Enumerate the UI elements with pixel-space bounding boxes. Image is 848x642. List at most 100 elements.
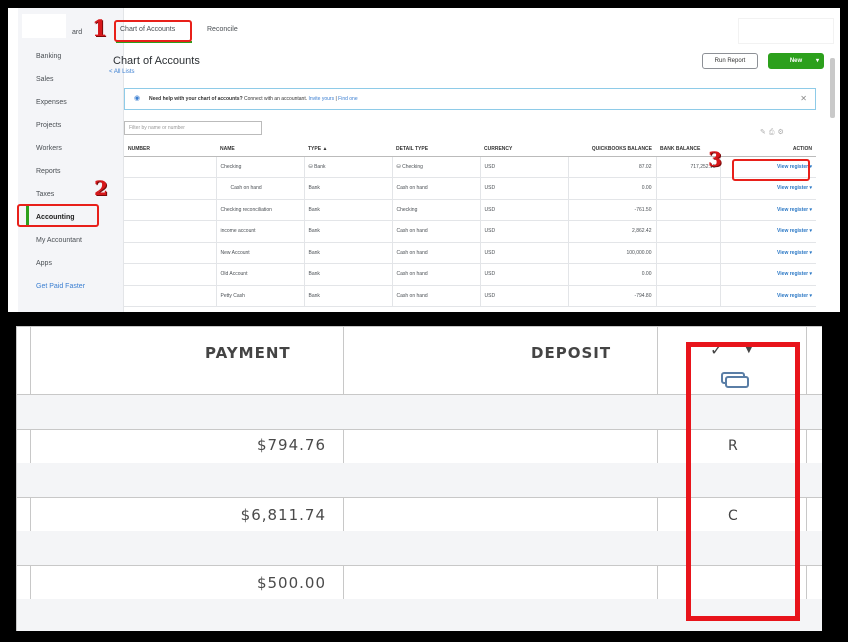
chevron-down-icon[interactable]: ▾	[809, 293, 812, 299]
help-bold-text: Need help with your chart of accounts?	[149, 96, 243, 102]
deposit-header[interactable]: DEPOSIT	[531, 344, 611, 362]
cell-bank-balance	[656, 285, 721, 307]
view-register-label: View register	[777, 271, 809, 278]
all-lists-link[interactable]: < All Lists	[109, 69, 135, 75]
cell-qb-balance: 2,862.42	[568, 220, 657, 243]
gear-icon[interactable]: ⚙	[777, 129, 786, 136]
view-register-label: View register	[777, 249, 809, 256]
divider	[17, 326, 822, 327]
cell-currency: USD	[480, 156, 569, 178]
cell-currency: USD	[480, 177, 569, 200]
payment-header[interactable]: PAYMENT	[205, 344, 291, 362]
step-3-label: 3	[708, 147, 722, 171]
cell-qb-balance: 0.00	[568, 263, 657, 286]
new-button[interactable]: New ▾	[768, 53, 824, 69]
view-register-button[interactable]: View register ▾	[720, 199, 816, 221]
cell-number	[124, 285, 217, 307]
chevron-down-icon[interactable]: ▾	[809, 228, 812, 234]
cell-name: Petty Cash	[216, 285, 305, 307]
chevron-down-icon[interactable]: ▾	[809, 250, 812, 256]
view-register-button[interactable]: View register ▾	[720, 220, 816, 243]
cell-detail: Cash on hand	[392, 263, 481, 286]
cell-number	[124, 263, 217, 286]
chevron-down-icon[interactable]: ▾	[809, 185, 812, 191]
help-text: Connect with an accountant.	[242, 96, 309, 102]
nav-reports[interactable]: Reports	[36, 168, 61, 175]
cell-detail: Cash on hand	[392, 285, 481, 307]
cell-number	[124, 177, 217, 200]
filter-input[interactable]: Filter by name or number	[124, 121, 262, 135]
cell-detail-text: Checking	[402, 163, 423, 170]
nav-banking[interactable]: Banking	[36, 53, 61, 60]
invite-yours-link[interactable]: Invite yours	[309, 96, 335, 102]
chevron-down-icon[interactable]: ▾	[809, 271, 812, 277]
view-register-label: View register	[777, 206, 809, 213]
nav-workers[interactable]: Workers	[36, 145, 62, 152]
nav-get-paid-faster[interactable]: Get Paid Faster	[36, 283, 85, 290]
highlight-view-register	[732, 159, 810, 181]
cell-qb-balance: -794.80	[568, 285, 657, 307]
cell-bank-balance	[656, 199, 721, 221]
cell-number	[124, 199, 217, 221]
cell-name: Checking	[216, 156, 305, 178]
chevron-down-icon[interactable]: ▾	[816, 54, 819, 68]
step-2-label: 2	[94, 176, 108, 200]
cell-number	[124, 156, 217, 178]
cell-name: income account	[216, 220, 305, 243]
payment-value: $500.00	[256, 574, 326, 592]
table-row: Old Account Bank Cash on hand USD 0.00 V…	[124, 263, 816, 286]
cell-type: ⛁ Bank	[304, 156, 393, 178]
nav-my-accountant[interactable]: My Accountant	[36, 237, 82, 244]
table-row: Checking reconciliation Bank Checking US…	[124, 199, 816, 221]
edit-icon[interactable]: ✎	[760, 129, 769, 136]
nav-dashboard-label[interactable]: ard	[72, 29, 82, 36]
col-currency: CURRENCY	[480, 143, 568, 157]
run-report-button[interactable]: Run Report	[702, 53, 758, 69]
payment-value: $6,811.74	[240, 506, 326, 524]
cell-detail: Checking	[392, 199, 481, 221]
redacted-box	[22, 14, 66, 38]
cell-name: Checking reconciliation	[216, 199, 305, 221]
nav-expenses[interactable]: Expenses	[36, 99, 67, 106]
chevron-down-icon[interactable]: ▾	[809, 207, 812, 213]
cell-detail: Cash on hand	[392, 220, 481, 243]
cell-type: Bank	[304, 199, 393, 221]
cell-bank-balance	[656, 220, 721, 243]
cell-type: Bank	[304, 263, 393, 286]
cell-number	[124, 220, 217, 243]
nav-projects[interactable]: Projects	[36, 122, 61, 129]
nav-sales[interactable]: Sales	[36, 76, 54, 83]
highlight-check-column	[686, 342, 800, 621]
page-title: Chart of Accounts	[113, 55, 200, 67]
cell-type-text: Bank	[314, 163, 326, 170]
col-detail-type[interactable]: DETAIL TYPE	[392, 143, 480, 157]
highlight-chart-tab	[114, 20, 192, 42]
scrollbar[interactable]	[830, 58, 835, 118]
table-row: income account Bank Cash on hand USD 2,8…	[124, 220, 816, 243]
find-one-link[interactable]: Find one	[338, 96, 357, 102]
view-register-button[interactable]: View register ▾	[720, 242, 816, 264]
cell-type: Bank	[304, 220, 393, 243]
cell-currency: USD	[480, 285, 569, 307]
step-1-label: 1	[92, 16, 108, 42]
view-register-button[interactable]: View register ▾	[720, 285, 816, 307]
chart-of-accounts-screen: ard Banking Sales Expenses Projects Work…	[8, 8, 840, 312]
close-icon[interactable]: ✕	[800, 89, 807, 109]
col-name[interactable]: NAME	[216, 143, 304, 157]
col-type[interactable]: TYPE ▲	[304, 143, 392, 157]
cell-number	[124, 242, 217, 264]
cell-type: Bank	[304, 285, 393, 307]
tab-reconcile[interactable]: Reconcile	[207, 18, 238, 42]
redacted-box	[738, 18, 834, 44]
view-register-label: View register	[777, 292, 809, 299]
nav-taxes[interactable]: Taxes	[36, 191, 54, 198]
view-register-label: View register	[777, 185, 809, 192]
lightbulb-icon: ◉	[134, 95, 141, 102]
nav-apps[interactable]: Apps	[36, 260, 52, 267]
table-row: Petty Cash Bank Cash on hand USD -794.80…	[124, 285, 816, 307]
cell-qb-balance: 100,000.00	[568, 242, 657, 264]
view-register-button[interactable]: View register ▾	[720, 263, 816, 286]
cell-bank-balance	[656, 263, 721, 286]
col-action: ACTION	[720, 143, 816, 157]
col-number[interactable]: NUMBER	[124, 143, 216, 157]
